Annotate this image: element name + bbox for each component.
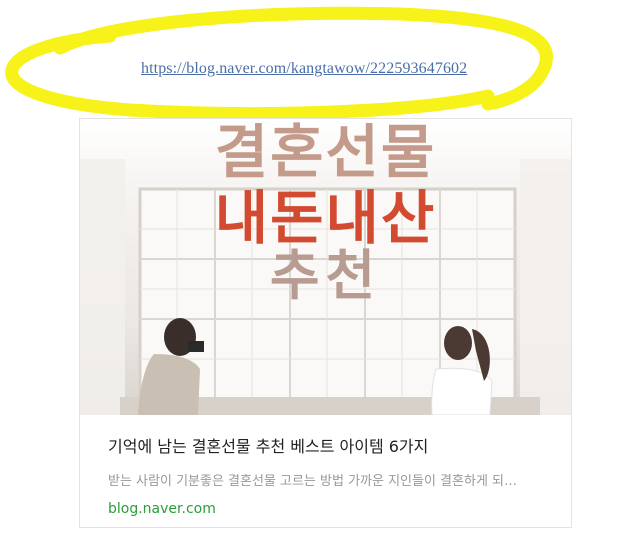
link-preview-card[interactable]: 결혼선물 내돈내산 추천 기억에 남는 결혼선물 추천 베스트 아이템 6가지 …: [79, 118, 572, 528]
card-thumbnail: 결혼선물 내돈내산 추천: [80, 119, 571, 415]
card-body: 기억에 남는 결혼선물 추천 베스트 아이템 6가지 받는 사람이 기분좋은 결…: [108, 433, 548, 517]
card-domain[interactable]: blog.naver.com: [108, 501, 548, 517]
blog-url-link[interactable]: https://blog.naver.com/kangtawow/2225936…: [141, 60, 467, 78]
card-description: 받는 사람이 기분좋은 결혼선물 고르는 방법 가까운 지인들이 결혼하게 되…: [108, 474, 517, 489]
image-title-line-3: 추천: [269, 244, 382, 307]
card-title[interactable]: 기억에 남는 결혼선물 추천 베스트 아이템 6가지: [108, 433, 548, 457]
